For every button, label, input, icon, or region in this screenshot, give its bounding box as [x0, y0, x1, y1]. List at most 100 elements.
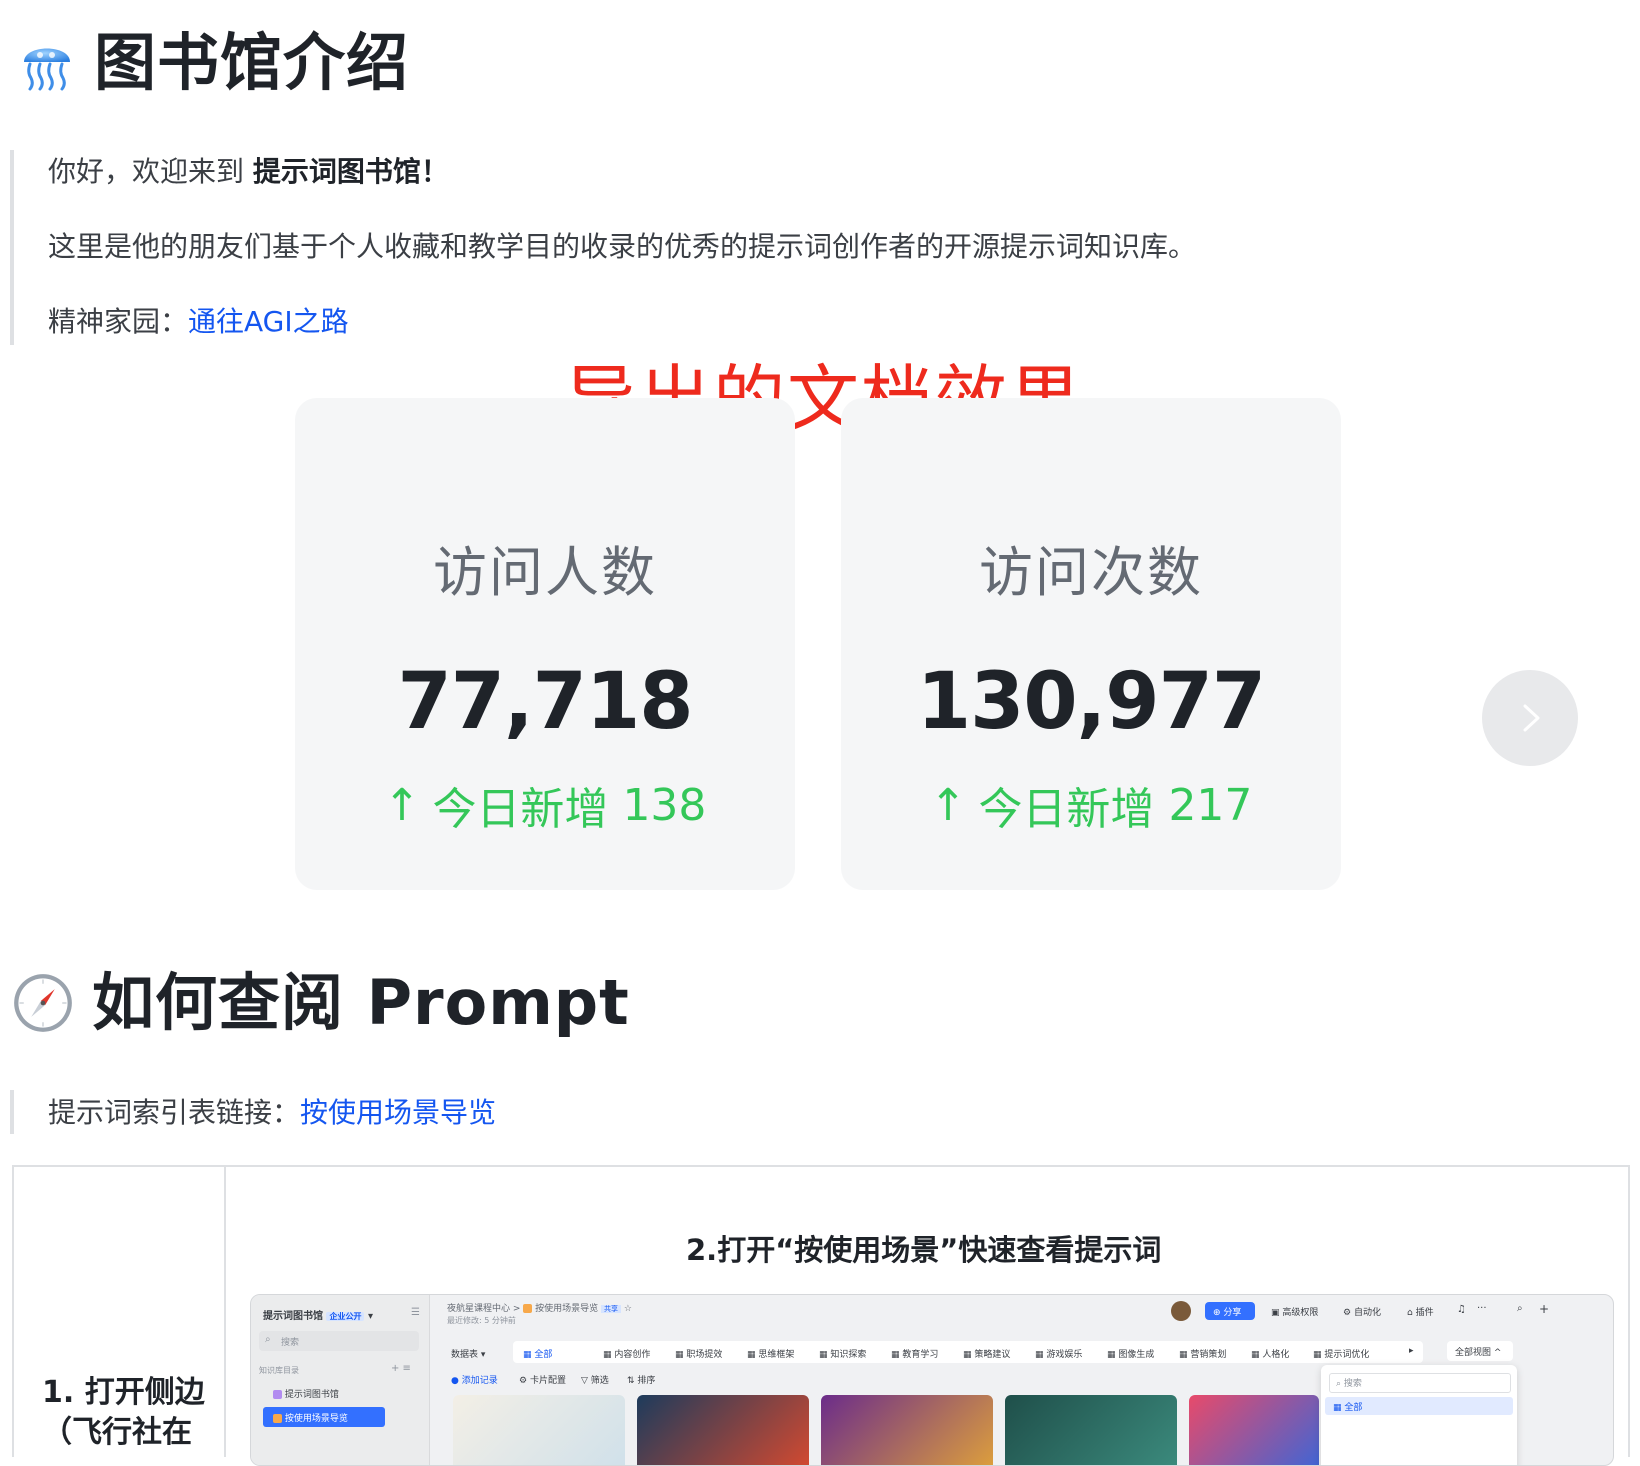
mini-filter-button[interactable]: ▽ 筛选	[581, 1373, 609, 1386]
mini-share-button[interactable]: ⊕ 分享	[1205, 1302, 1255, 1320]
filter-icon: ▽	[581, 1376, 588, 1386]
mini-sidebar-item-active-label: 按使用场景导览	[273, 1411, 348, 1424]
card-thumbnail[interactable]	[1189, 1395, 1319, 1465]
card-thumbnail[interactable]	[637, 1395, 809, 1465]
more-icon[interactable]: ···	[1477, 1303, 1487, 1314]
arrow-up-icon: ↑	[929, 779, 967, 831]
mini-tab-bar: ▦ 全部 ▦ 内容创作 ▦ 职场提效 ▦ 思维框架 ▦ 知识探索 ▦ 教育学习 …	[513, 1341, 1423, 1363]
mini-tab-games[interactable]: ▦ 游戏娱乐	[1035, 1347, 1082, 1360]
plus-icon[interactable]: +	[1539, 1302, 1549, 1316]
index-prefix: 提示词索引表链接：	[48, 1096, 301, 1129]
chevron-down-icon: ▾	[367, 1311, 373, 1322]
section-heading-how-to: 如何查阅 Prompt	[12, 972, 630, 1034]
index-quote: 提示词索引表链接：按使用场景导览	[10, 1090, 1244, 1134]
step-1-text: 1. 打开侧边	[42, 1375, 205, 1410]
mini-add-record-button[interactable]: ● 添加记录	[451, 1373, 498, 1386]
step-2-text: 2.打开“按使用场景”快速查看提示词	[686, 1233, 1162, 1267]
stat-value: 130,977	[916, 657, 1266, 747]
mini-tab-label: 提示词优化	[1324, 1350, 1370, 1360]
mini-all-views-button[interactable]: 全部视图 ^	[1447, 1341, 1513, 1361]
plus-circle-icon: ●	[451, 1376, 459, 1386]
mini-tab-label: 职场提效	[686, 1350, 723, 1360]
compass-icon	[14, 974, 72, 1032]
carousel-next-button[interactable]	[1482, 670, 1578, 766]
mini-tab-strategy[interactable]: ▦ 策略建议	[963, 1347, 1010, 1360]
intro-quote: 你好，欢迎来到 提示词图书馆！ 这里是他的朋友们基于个人收藏和教学目的收录的优秀…	[10, 150, 1544, 345]
mini-add-record-text: 添加记录	[461, 1376, 498, 1386]
mini-tab-persona[interactable]: ▦ 人格化	[1251, 1347, 1289, 1360]
mini-sidebar-badge: 企业公开	[326, 1312, 365, 1321]
collapse-icon[interactable]: ☰	[411, 1307, 420, 1318]
bell-icon[interactable]: ♫	[1457, 1304, 1466, 1315]
mini-sidebar-item-library[interactable]: 提示词图书馆	[273, 1387, 339, 1400]
mini-breadcrumb-page[interactable]: 按使用场景导览	[535, 1304, 598, 1314]
plugin-icon: ⌂	[1407, 1308, 1413, 1318]
mini-sidebar-item-active-text: 按使用场景导览	[284, 1414, 348, 1424]
stat-value: 77,718	[397, 657, 694, 747]
mini-perm-text: 高级权限	[1282, 1308, 1319, 1318]
mini-tab-content[interactable]: ▦ 内容创作	[603, 1347, 650, 1360]
mini-tab-marketing[interactable]: ▦ 营销策划	[1179, 1347, 1226, 1360]
scene-guide-link[interactable]: 按使用场景导览	[300, 1096, 496, 1129]
jellyfish-icon	[24, 48, 70, 91]
mini-sidebar-item-scene[interactable]: 按使用场景导览	[263, 1407, 385, 1427]
mini-tab-thinking[interactable]: ▦ 思维框架	[747, 1347, 794, 1360]
card-thumbnail[interactable]	[1005, 1395, 1177, 1465]
mini-dropdown-item-label: ▦ 全部	[1333, 1403, 1363, 1413]
index-line: 提示词索引表链接：按使用场景导览	[48, 1096, 496, 1130]
mini-tab-label: 策略建议	[974, 1350, 1011, 1360]
search-icon: ⌕	[265, 1334, 271, 1345]
mini-last-edit: 最近修改: 5 分钟前	[447, 1316, 516, 1325]
mini-tab-education[interactable]: ▦ 教育学习	[891, 1347, 938, 1360]
mini-tab-all[interactable]: ▦ 全部	[523, 1347, 552, 1360]
card-thumbnail[interactable]	[453, 1395, 625, 1465]
mini-plugins-text: 插件	[1415, 1308, 1434, 1318]
mini-sidebar-item-label: 提示词图书馆	[284, 1390, 339, 1400]
arrow-up-icon: ↑	[383, 779, 421, 831]
mini-tab-optimize[interactable]: ▦ 提示词优化	[1313, 1347, 1369, 1360]
add-icon[interactable]: + ≡	[391, 1363, 411, 1374]
greeting-bold: 提示词图书馆！	[252, 155, 449, 188]
mini-kb-dir: 知识库目录	[259, 1366, 299, 1375]
mini-dropdown-search[interactable]: ⌕ 搜索	[1329, 1373, 1511, 1393]
greeting-prefix: 你好，欢迎来到	[48, 155, 253, 188]
mini-tab-image[interactable]: ▦ 图像生成	[1107, 1347, 1154, 1360]
table-icon	[523, 1304, 533, 1313]
agi-link[interactable]: 通往AGI之路	[188, 305, 349, 338]
section-heading-library: 图书馆介绍	[18, 32, 409, 94]
mini-tab-label: 营销策划	[1190, 1350, 1227, 1360]
mini-card-config-button[interactable]: ⚙ 卡片配置	[519, 1373, 566, 1386]
globe-icon: ⊕	[1213, 1308, 1221, 1318]
stat-delta-prefix: 今日新增	[978, 784, 1155, 835]
mini-all-views-text: 全部视图	[1455, 1348, 1492, 1358]
mini-plugins-button[interactable]: ⌂ 插件	[1407, 1305, 1434, 1318]
mini-search-input[interactable]: ⌕ 搜索	[259, 1331, 419, 1351]
table-icon	[273, 1414, 282, 1423]
mini-sort-button[interactable]: ⇅ 排序	[627, 1373, 655, 1386]
mini-dropdown-item-all[interactable]: ▦ 全部	[1325, 1397, 1513, 1415]
stat-label: 访问人数	[433, 541, 657, 604]
page-title: 图书馆介绍	[94, 26, 410, 99]
mini-automation-text: 自动化	[1353, 1308, 1381, 1318]
chevron-right-icon[interactable]: ▸	[1409, 1346, 1414, 1356]
search-icon: ⌕	[1336, 1379, 1342, 1389]
mini-tab-label: 游戏娱乐	[1046, 1350, 1083, 1360]
mini-tab-work[interactable]: ▦ 职场提效	[675, 1347, 722, 1360]
steps-table-left-cell: 1. 打开侧边 （飞行社在	[14, 1167, 226, 1457]
mini-dropdown-search-label: ⌕ 搜索	[1336, 1376, 1362, 1389]
card-thumbnail[interactable]	[821, 1395, 993, 1465]
mini-breadcrumb-root[interactable]: 夜航星课程中心	[447, 1304, 510, 1314]
mini-card-config-text: 卡片配置	[529, 1376, 566, 1386]
mini-tab-label: 人格化	[1262, 1350, 1290, 1360]
mini-search-placeholder: 搜索	[281, 1338, 300, 1348]
robot-icon: ⚙	[1343, 1308, 1352, 1318]
mini-automation-button[interactable]: ⚙ 自动化	[1343, 1305, 1381, 1318]
mini-tab-knowledge[interactable]: ▦ 知识探索	[819, 1347, 866, 1360]
search-icon[interactable]: ⌕	[1517, 1303, 1523, 1314]
star-icon[interactable]: ☆	[624, 1304, 632, 1314]
mini-filter-text: 筛选	[590, 1376, 609, 1386]
mini-perm-button[interactable]: ▣ 高级权限	[1271, 1305, 1318, 1318]
lock-icon: ▣	[1271, 1308, 1280, 1318]
avatar[interactable]	[1171, 1301, 1191, 1321]
mini-datasheet-select[interactable]: 数据表 ▾	[451, 1347, 485, 1360]
